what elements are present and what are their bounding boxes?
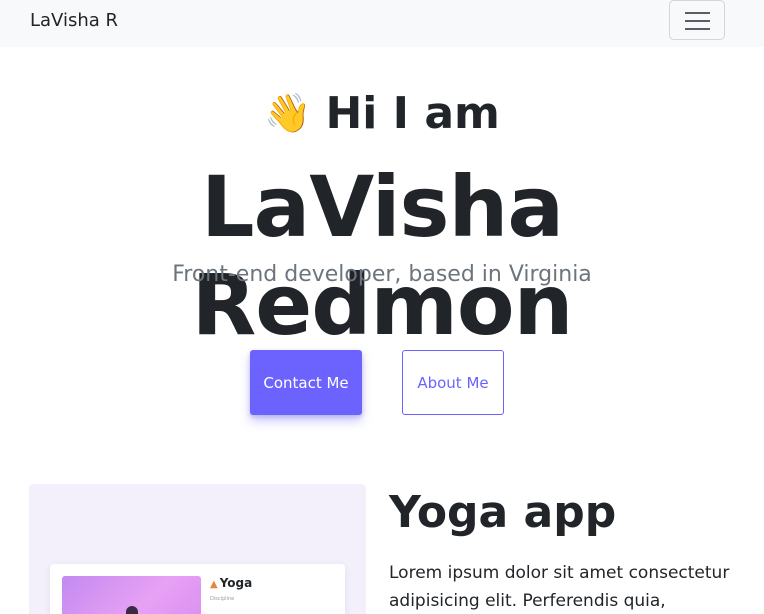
hero-tagline: Front-end developer, based in Virginia	[172, 262, 592, 287]
project-description: Lorem ipsum dolor sit amet consectetur a…	[389, 563, 730, 611]
about-me-button[interactable]: About Me	[402, 350, 504, 415]
hero-greeting: 👋 Hi I am	[0, 88, 764, 139]
yoga-person-figure	[126, 606, 138, 614]
waving-hand-icon: 👋	[264, 91, 312, 135]
project-title: Yoga app	[389, 487, 617, 538]
project-image-card[interactable]: ▲ Yoga Discipline	[29, 484, 366, 614]
lotus-icon: ▲	[210, 579, 218, 590]
navbar-brand[interactable]: LaVisha R	[30, 10, 118, 31]
greeting-text: Hi I am	[325, 88, 500, 139]
contact-me-button[interactable]: Contact Me	[250, 350, 362, 415]
mockup-photo	[62, 576, 201, 614]
mockup-title: ▲ Yoga	[210, 576, 253, 590]
yoga-app-mockup: ▲ Yoga Discipline	[50, 564, 345, 614]
mockup-subtitle: Discipline	[210, 596, 235, 602]
navbar-toggler-button[interactable]	[669, 0, 725, 40]
navbar: LaVisha R	[0, 0, 764, 47]
hero-name: LaVisha Redmon	[191, 158, 574, 354]
